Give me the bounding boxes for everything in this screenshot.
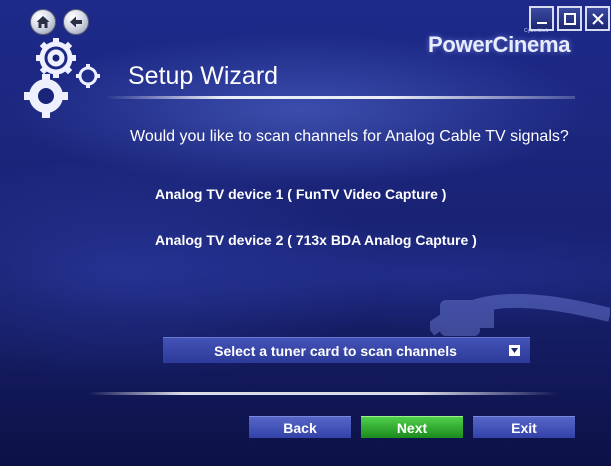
dropdown-arrow-icon[interactable] <box>509 345 520 356</box>
maximize-icon <box>563 12 576 25</box>
exit-button[interactable]: Exit <box>473 416 575 438</box>
setup-wizard-window: CyberLink PowerCinema Setup Wizard Would… <box>0 0 611 466</box>
close-icon <box>591 12 604 25</box>
next-button[interactable]: Next <box>361 416 463 438</box>
gears-logo-icon <box>24 38 100 118</box>
back-button[interactable]: Back <box>249 416 351 438</box>
bottom-divider <box>88 392 558 395</box>
device-option-2[interactable]: Analog TV device 2 ( 713x BDA Analog Cap… <box>155 232 477 248</box>
title-divider <box>105 96 575 99</box>
tuner-select-label: Select a tuner card to scan channels <box>214 342 457 359</box>
maximize-button[interactable] <box>557 6 582 31</box>
wizard-question: Would you like to scan channels for Anal… <box>130 128 569 145</box>
close-button[interactable] <box>585 6 610 31</box>
home-icon <box>36 16 50 28</box>
tuner-card-select[interactable]: Select a tuner card to scan channels <box>163 337 530 363</box>
minimize-icon <box>536 21 547 24</box>
back-arrow-icon <box>70 16 82 28</box>
page-title: Setup Wizard <box>128 62 279 90</box>
device-option-1[interactable]: Analog TV device 1 ( FunTV Video Capture… <box>155 186 446 202</box>
brand-logo: PowerCinema <box>428 32 571 57</box>
